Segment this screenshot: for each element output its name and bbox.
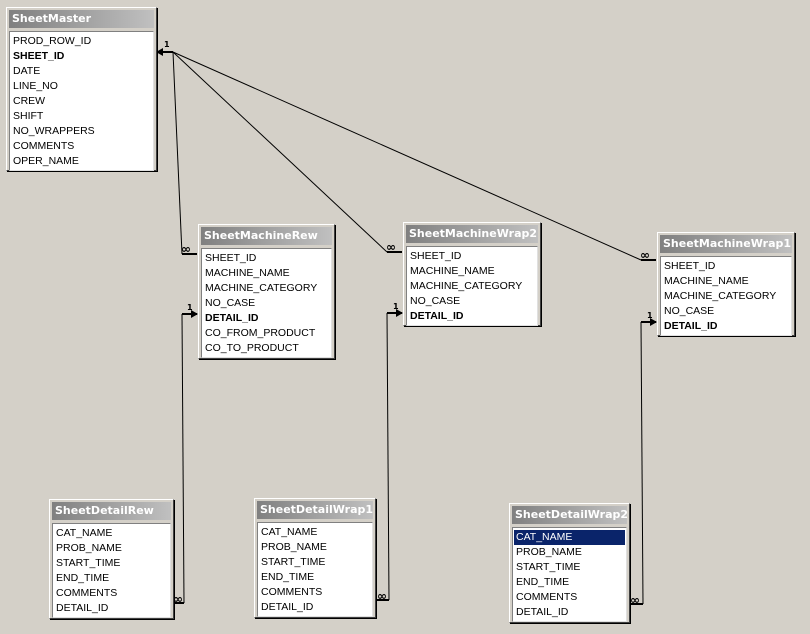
one-marker-master: 1: [164, 40, 170, 49]
field-start-time[interactable]: START_TIME: [514, 560, 625, 575]
relation-line-wrap1-detail: [640, 321, 644, 605]
field-machine-category[interactable]: MACHINE_CATEGORY: [203, 281, 330, 296]
field-machine-name[interactable]: MACHINE_NAME: [408, 264, 536, 279]
field-comments[interactable]: COMMENTS: [11, 139, 152, 154]
field-co-to-product[interactable]: CO_TO_PRODUCT: [203, 341, 330, 356]
field-end-time[interactable]: END_TIME: [259, 570, 371, 585]
many-marker-wrap2: ∞: [386, 240, 396, 254]
field-no-wrappers[interactable]: NO_WRAPPERS: [11, 124, 152, 139]
table-sheet-machine-rew[interactable]: SheetMachineRew SHEET_ID MACHINE_NAME MA…: [198, 224, 335, 359]
field-detail-id[interactable]: DETAIL_ID: [408, 309, 536, 324]
table-title[interactable]: SheetDetailWrap1: [257, 501, 373, 519]
table-title[interactable]: SheetDetailWrap2: [512, 506, 627, 524]
field-end-time[interactable]: END_TIME: [514, 575, 625, 590]
field-prod-row-id[interactable]: PROD_ROW_ID: [11, 34, 152, 49]
table-sheet-machine-wrap2[interactable]: SheetMachineWrap2 SHEET_ID MACHINE_NAME …: [403, 222, 541, 326]
field-crew[interactable]: CREW: [11, 94, 152, 109]
field-comments[interactable]: COMMENTS: [259, 585, 371, 600]
field-no-case[interactable]: NO_CASE: [203, 296, 330, 311]
field-cat-name-selected[interactable]: CAT_NAME: [514, 530, 625, 545]
field-sheet-id[interactable]: SHEET_ID: [408, 249, 536, 264]
field-machine-category[interactable]: MACHINE_CATEGORY: [662, 289, 790, 304]
field-detail-id[interactable]: DETAIL_ID: [259, 600, 371, 615]
table-sheet-detail-wrap2[interactable]: SheetDetailWrap2 CAT_NAME PROB_NAME STAR…: [509, 503, 630, 623]
field-prob-name[interactable]: PROB_NAME: [54, 541, 169, 556]
field-list[interactable]: SHEET_ID MACHINE_NAME MACHINE_CATEGORY N…: [660, 256, 792, 336]
table-title[interactable]: SheetMachineWrap2: [406, 225, 538, 243]
field-cat-name[interactable]: CAT_NAME: [54, 526, 169, 541]
field-list[interactable]: SHEET_ID MACHINE_NAME MACHINE_CATEGORY N…: [406, 246, 538, 326]
field-detail-id[interactable]: DETAIL_ID: [662, 319, 790, 334]
many-marker-rew: ∞: [181, 242, 191, 256]
field-comments[interactable]: COMMENTS: [54, 586, 169, 601]
field-no-case[interactable]: NO_CASE: [662, 304, 790, 319]
one-marker-rew: 1: [187, 303, 193, 312]
table-sheet-machine-wrap1[interactable]: SheetMachineWrap1 SHEET_ID MACHINE_NAME …: [657, 232, 795, 336]
many-marker-detail-wrap2: ∞: [630, 593, 640, 607]
field-sheet-id[interactable]: SHEET_ID: [203, 251, 330, 266]
field-line-no[interactable]: LINE_NO: [11, 79, 152, 94]
field-machine-name[interactable]: MACHINE_NAME: [662, 274, 790, 289]
one-marker-wrap1: 1: [647, 311, 653, 320]
field-start-time[interactable]: START_TIME: [54, 556, 169, 571]
field-prob-name[interactable]: PROB_NAME: [514, 545, 625, 560]
field-cat-name[interactable]: CAT_NAME: [259, 525, 371, 540]
many-marker-detail-rew: ∞: [173, 592, 183, 606]
table-title[interactable]: SheetMachineRew: [201, 227, 332, 245]
relation-line-wrap2-detail: [386, 312, 390, 601]
table-sheet-detail-wrap1[interactable]: SheetDetailWrap1 CAT_NAME PROB_NAME STAR…: [254, 498, 376, 618]
field-end-time[interactable]: END_TIME: [54, 571, 169, 586]
table-sheet-master[interactable]: SheetMaster PROD_ROW_ID SHEET_ID DATE LI…: [6, 7, 157, 171]
field-oper-name[interactable]: OPER_NAME: [11, 154, 152, 169]
field-shift[interactable]: SHIFT: [11, 109, 152, 124]
table-title[interactable]: SheetMachineWrap1: [660, 235, 792, 253]
field-no-case[interactable]: NO_CASE: [408, 294, 536, 309]
table-title[interactable]: SheetDetailRew: [52, 502, 171, 520]
relation-line-rew-detail: [181, 313, 185, 604]
many-marker-wrap1: ∞: [640, 248, 650, 262]
field-list[interactable]: SHEET_ID MACHINE_NAME MACHINE_CATEGORY N…: [201, 248, 332, 358]
field-list[interactable]: CAT_NAME PROB_NAME START_TIME END_TIME C…: [52, 523, 171, 618]
field-date[interactable]: DATE: [11, 64, 152, 79]
field-comments[interactable]: COMMENTS: [514, 590, 625, 605]
field-machine-name[interactable]: MACHINE_NAME: [203, 266, 330, 281]
one-marker-wrap2: 1: [393, 302, 399, 311]
field-sheet-id[interactable]: SHEET_ID: [662, 259, 790, 274]
relation-line-master-rew: [172, 51, 183, 255]
many-marker-detail-wrap1: ∞: [377, 589, 387, 603]
field-detail-id[interactable]: DETAIL_ID: [54, 601, 169, 616]
field-list[interactable]: PROD_ROW_ID SHEET_ID DATE LINE_NO CREW S…: [9, 31, 154, 171]
relation-line-master-wrap2: [172, 51, 388, 253]
field-prob-name[interactable]: PROB_NAME: [259, 540, 371, 555]
field-co-from-product[interactable]: CO_FROM_PRODUCT: [203, 326, 330, 341]
field-list[interactable]: CAT_NAME PROB_NAME START_TIME END_TIME C…: [512, 527, 627, 622]
field-sheet-id[interactable]: SHEET_ID: [11, 49, 152, 64]
table-sheet-detail-rew[interactable]: SheetDetailRew CAT_NAME PROB_NAME START_…: [49, 499, 174, 619]
field-detail-id[interactable]: DETAIL_ID: [203, 311, 330, 326]
field-detail-id[interactable]: DETAIL_ID: [514, 605, 625, 620]
table-title[interactable]: SheetMaster: [9, 10, 154, 28]
field-list[interactable]: CAT_NAME PROB_NAME START_TIME END_TIME C…: [257, 522, 373, 617]
field-machine-category[interactable]: MACHINE_CATEGORY: [408, 279, 536, 294]
relationships-canvas: 1 ∞ ∞ ∞ 1 1 1 ∞ ∞ ∞ SheetMaster PROD_ROW…: [0, 0, 810, 634]
field-start-time[interactable]: START_TIME: [259, 555, 371, 570]
